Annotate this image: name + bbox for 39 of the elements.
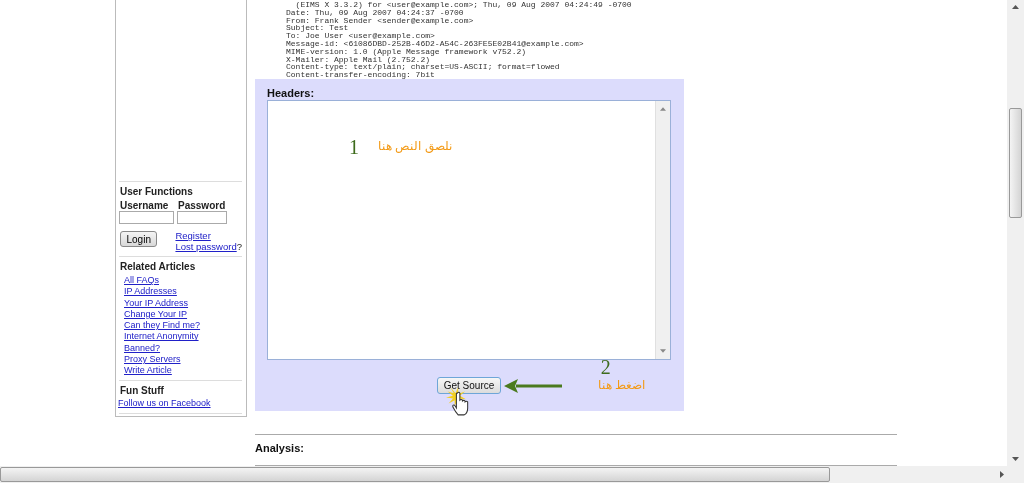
question-mark: ? [236, 241, 242, 252]
scrollbar-thumb[interactable] [0, 467, 830, 482]
article-link[interactable]: Proxy Servers [124, 354, 242, 366]
login-button[interactable]: Login [120, 231, 158, 247]
username-field[interactable] [119, 211, 174, 224]
article-link[interactable]: Internet Anonymity [124, 331, 242, 343]
article-link[interactable]: Write Article [124, 365, 242, 377]
article-link[interactable]: Change Your IP [124, 308, 242, 321]
password-label: Password [178, 200, 227, 211]
vertical-scrollbar[interactable] [1007, 0, 1024, 466]
analysis-label: Analysis: [255, 442, 305, 454]
section-heading: User Functions [120, 186, 194, 197]
password-field[interactable] [177, 211, 227, 224]
article-link[interactable]: Can they Find me? [124, 320, 242, 332]
facebook-link[interactable]: Follow us on Facebook [118, 397, 242, 409]
article-link[interactable]: Your IP Address [124, 297, 242, 309]
section-heading: Related Articles [120, 261, 197, 272]
article-link[interactable]: All FAQs [124, 275, 242, 287]
email-headers-text: (EIMS X 3.3.2) for <user@example.com>; Thu, 09 Aug 2007 04:24:49 -0700 Date: Thu, 09 Aug 2007 04:24:37 -0700 From: Frank Sender <sender@example.com> Subject: Test To: Joe User <user@example.com> Message-id: <61086DBD-252B-46D2-A54C-263FE5E02B41@example.com> MIME-version: 1.0 (Apple Message framework v752.2) X-Mailer: Apple Mail (2.752.2) Content-type: text/plain; charset=US-ASCII; format=flowed Content-transfer-encoding: 7bit [286, 1, 633, 79]
get-source-button[interactable]: Get Source [437, 377, 501, 394]
horizontal-scrollbar[interactable] [0, 466, 1024, 483]
annotation-text: نلصق النص هنا [378, 139, 452, 153]
scroll-up-icon[interactable] [1012, 5, 1019, 9]
scroll-right-icon[interactable] [1000, 471, 1004, 478]
article-link[interactable]: IP Addresses [124, 286, 242, 298]
lost-password-link[interactable]: Lost password [175, 241, 237, 252]
scroll-down-icon[interactable] [660, 349, 666, 353]
annotation-text: اضغط هنا [598, 377, 646, 392]
username-label: Username [120, 200, 170, 211]
section-heading: Fun Stuff [120, 384, 165, 396]
arrow-icon [504, 378, 562, 393]
headers-label: Headers: [267, 87, 316, 99]
register-link[interactable]: Register [175, 230, 242, 241]
article-link[interactable]: Banned? [124, 342, 242, 355]
step-number: 1 [349, 136, 359, 159]
scroll-up-icon[interactable] [660, 107, 666, 111]
textarea-scrollbar[interactable] [655, 101, 670, 359]
scrollbar-thumb[interactable] [1009, 108, 1022, 218]
scroll-down-icon[interactable] [1012, 457, 1019, 461]
